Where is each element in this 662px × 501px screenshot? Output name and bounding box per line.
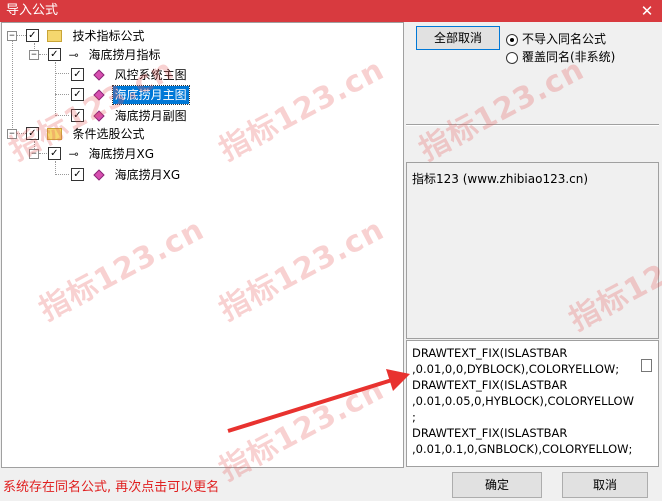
formula-icon bbox=[93, 88, 105, 101]
tree-item-formula[interactable]: ✓ 风控系统主图 bbox=[71, 65, 189, 83]
tree-node-group2[interactable]: − ✓ ⊸ 海底捞月XG bbox=[29, 144, 156, 162]
title-bar: 导入公式 ✕ bbox=[0, 0, 662, 22]
formula-icon bbox=[93, 68, 105, 81]
formula-icon bbox=[93, 168, 105, 181]
tree-node-label[interactable]: 海底捞月副图 bbox=[113, 107, 189, 125]
checkbox[interactable]: ✓ bbox=[47, 48, 61, 61]
radio-icon[interactable] bbox=[506, 51, 518, 64]
tree-item-formula[interactable]: ✓ 海底捞月XG bbox=[71, 165, 182, 183]
tree-line bbox=[55, 174, 69, 175]
checkbox[interactable]: ✓ bbox=[25, 127, 39, 140]
tree-node-root1[interactable]: − ✓ 技术指标公式 bbox=[7, 26, 147, 44]
formula-code-view[interactable]: DRAWTEXT_FIX(ISLASTBAR ,0.01,0,0,DYBLOCK… bbox=[406, 340, 659, 467]
window-title: 导入公式 bbox=[6, 3, 59, 18]
collapse-icon[interactable]: − bbox=[7, 30, 17, 41]
key-icon: ⊸ bbox=[68, 47, 79, 62]
tree-line bbox=[55, 94, 69, 95]
tree-node-label-selected[interactable]: 海底捞月主图 bbox=[111, 84, 190, 105]
tree-node-label[interactable]: 海底捞月XG bbox=[87, 145, 157, 163]
collapse-icon[interactable]: − bbox=[29, 49, 39, 60]
tree-node-label[interactable]: 技术指标公式 bbox=[70, 27, 146, 45]
formula-icon bbox=[93, 109, 105, 122]
cancel-all-button[interactable]: 全部取消 bbox=[416, 26, 500, 50]
tree-line bbox=[55, 62, 56, 116]
tree-line bbox=[55, 161, 56, 175]
collapse-icon[interactable]: − bbox=[7, 128, 17, 139]
tree-line bbox=[55, 73, 69, 74]
tree-line bbox=[12, 35, 13, 132]
scroll-indicator[interactable] bbox=[641, 359, 652, 372]
folder-icon bbox=[46, 29, 62, 42]
tree-node-label[interactable]: 海底捞月XG bbox=[113, 166, 183, 184]
formula-info-text: 指标123 (www.zhibiao123.cn) bbox=[412, 172, 589, 186]
option-overwrite-same[interactable]: 覆盖同名(非系统) bbox=[506, 49, 615, 65]
tree-node-label[interactable]: 海底捞月指标 bbox=[87, 46, 163, 64]
formula-tree[interactable]: − ✓ 技术指标公式 − ✓ ⊸ 海底捞月指标 ✓ 风控系统主图 ✓ 海底捞月主… bbox=[1, 22, 404, 468]
tree-item-formula[interactable]: ✓ 海底捞月副图 bbox=[71, 106, 189, 124]
cancel-button[interactable]: 取消 bbox=[562, 472, 648, 498]
tree-node-group1[interactable]: − ✓ ⊸ 海底捞月指标 bbox=[29, 45, 163, 63]
tree-node-label[interactable]: 条件选股公式 bbox=[70, 125, 146, 143]
checkbox[interactable]: ✓ bbox=[71, 68, 84, 81]
collapse-icon[interactable]: − bbox=[29, 148, 39, 159]
folder-icon bbox=[46, 127, 62, 140]
formula-code-text: DRAWTEXT_FIX(ISLASTBAR ,0.01,0,0,DYBLOCK… bbox=[412, 346, 634, 456]
import-formula-dialog: 导入公式 ✕ − ✓ 技术指标公式 − ✓ ⊸ 海底捞月指标 ✓ 风控系统主图 … bbox=[0, 0, 662, 501]
tree-node-root2[interactable]: − ✓ 条件选股公式 bbox=[7, 124, 147, 142]
close-icon[interactable]: ✕ bbox=[632, 0, 662, 22]
tree-line bbox=[55, 115, 69, 116]
tree-item-formula[interactable]: ✓ 海底捞月主图 bbox=[71, 84, 190, 105]
radio-selected-icon[interactable] bbox=[506, 33, 518, 46]
checkbox[interactable]: ✓ bbox=[71, 168, 84, 181]
option-label: 覆盖同名(非系统) bbox=[522, 50, 616, 64]
checkbox[interactable]: ✓ bbox=[71, 88, 84, 101]
checkbox[interactable]: ✓ bbox=[47, 147, 61, 160]
status-message: 系统存在同名公式, 再次点击可以更名 bbox=[3, 480, 220, 495]
checkbox[interactable]: ✓ bbox=[71, 109, 84, 122]
tree-node-label[interactable]: 风控系统主图 bbox=[113, 66, 189, 84]
formula-info-panel: 指标123 (www.zhibiao123.cn) bbox=[406, 162, 659, 339]
option-no-import-same[interactable]: 不导入同名公式 bbox=[506, 31, 606, 47]
divider bbox=[406, 124, 659, 126]
ok-button[interactable]: 确定 bbox=[452, 472, 542, 498]
key-icon: ⊸ bbox=[68, 146, 79, 161]
checkbox[interactable]: ✓ bbox=[25, 29, 39, 42]
option-label: 不导入同名公式 bbox=[522, 32, 607, 46]
